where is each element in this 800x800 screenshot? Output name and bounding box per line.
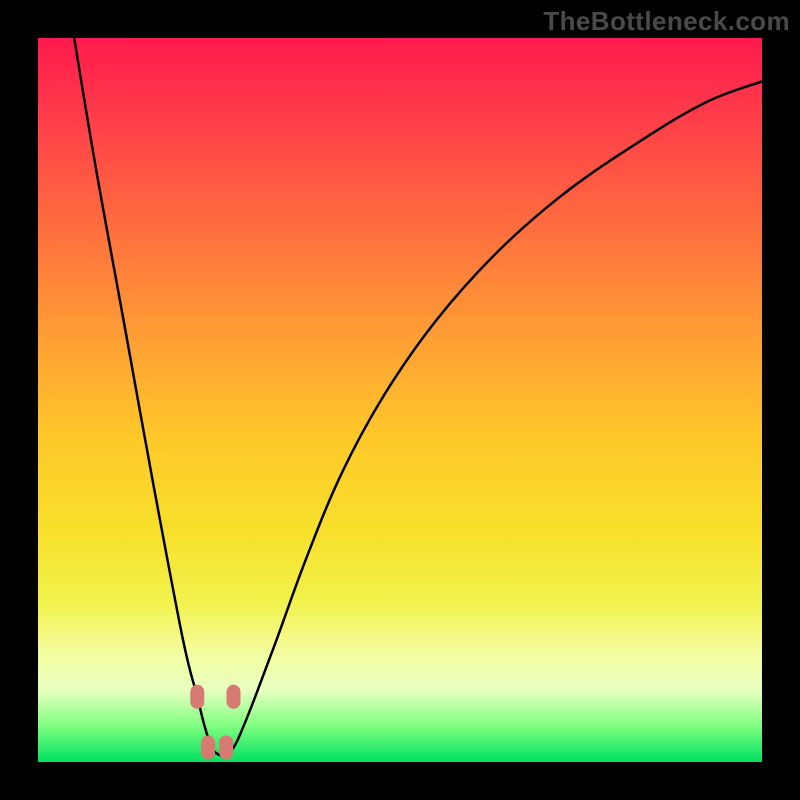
- chart-frame: TheBottleneck.com: [0, 0, 800, 800]
- curve-marker: [201, 736, 215, 760]
- curve-layer: [38, 38, 762, 762]
- bottleneck-curve: [74, 38, 762, 756]
- plot-area: [38, 38, 762, 762]
- curve-marker: [190, 685, 204, 709]
- curve-marker: [227, 685, 241, 709]
- curve-markers: [190, 685, 240, 760]
- watermark-text: TheBottleneck.com: [543, 6, 790, 37]
- curve-marker: [219, 736, 233, 760]
